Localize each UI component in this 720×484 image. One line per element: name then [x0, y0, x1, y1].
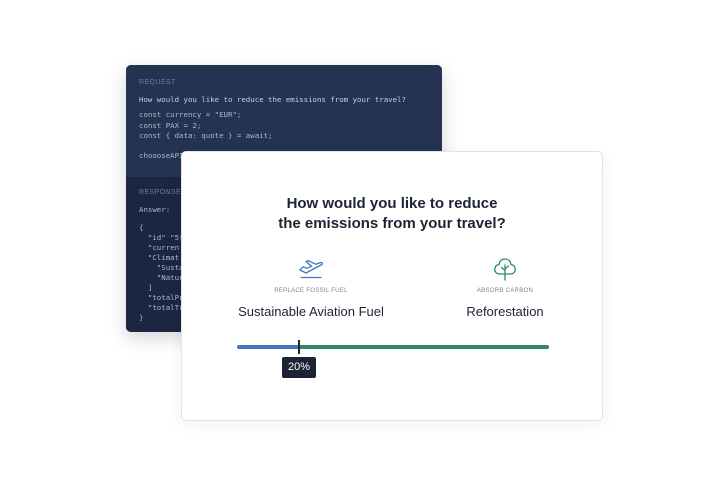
- code-line: "Natur: [139, 273, 184, 282]
- option-label: Reforestation: [466, 304, 544, 319]
- code-line: "Susta: [139, 263, 184, 272]
- code-line: "totalPr: [139, 293, 184, 302]
- code-line: {: [139, 223, 144, 232]
- emission-choice-card: How would you like to reduce the emissio…: [181, 151, 603, 421]
- code-line: ]: [139, 283, 153, 292]
- code-line: "totalTr: [139, 303, 184, 312]
- response-heading: RESPONSE: [139, 189, 182, 196]
- card-title-line: How would you like to reduce: [286, 195, 498, 212]
- option-label: Sustainable Aviation Fuel: [238, 304, 384, 319]
- tree-icon: [494, 258, 516, 281]
- slider-value-badge: 20%: [281, 357, 317, 378]
- code-line: "id" "5f: [139, 233, 184, 242]
- code-line: }: [139, 313, 144, 322]
- code-line: const currency = "EUR";: [139, 110, 242, 119]
- code-line: const { data: quote } = await;: [139, 131, 273, 140]
- option-caption: REPLACE FOSSIL FUEL: [274, 288, 348, 294]
- option-reforestation[interactable]: ABSORB CARBON Reforestation: [420, 254, 590, 319]
- code-line: Answer:: [139, 205, 171, 214]
- code-line: How would you like to reduce the emissio…: [139, 95, 406, 104]
- card-title: How would you like to reduce the emissio…: [182, 194, 602, 234]
- slider-thumb[interactable]: [298, 340, 300, 354]
- code-line: "Climat: [139, 253, 180, 262]
- stage: REQUEST How would you like to reduce the…: [0, 0, 720, 484]
- option-sustainable-aviation-fuel[interactable]: REPLACE FOSSIL FUEL Sustainable Aviation…: [226, 254, 396, 319]
- slider-track-reforestation[interactable]: [299, 345, 549, 349]
- slider-track-fuel[interactable]: [237, 345, 299, 349]
- option-caption: ABSORB CARBON: [476, 288, 534, 294]
- code-line: choooseAPI: [139, 151, 184, 160]
- airplane-icon: [299, 259, 323, 279]
- request-heading: REQUEST: [139, 79, 176, 86]
- code-line: "curren: [139, 243, 180, 252]
- card-title-line: the emissions from your travel?: [278, 215, 506, 232]
- code-line: const PAX = 2;: [139, 121, 202, 130]
- allocation-slider[interactable]: [237, 340, 549, 354]
